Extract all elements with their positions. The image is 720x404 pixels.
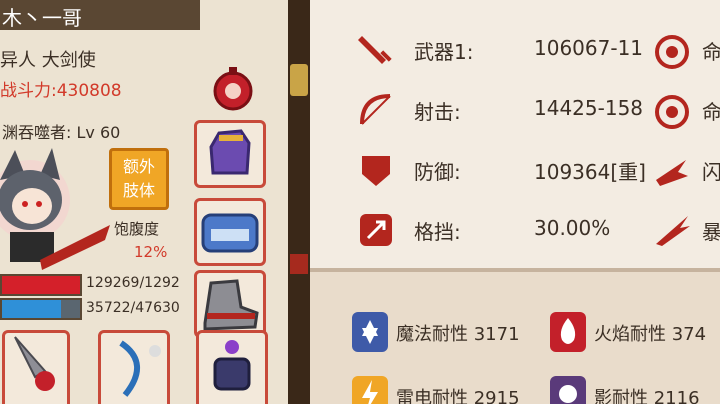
- stat-row-defense: 防御: 109364[重] 闪: [310, 144, 720, 194]
- slot-boots[interactable]: [194, 270, 266, 338]
- sword-icon: [358, 36, 392, 64]
- satiety-label: 饱腹度: [114, 220, 160, 238]
- boots-icon: [203, 279, 259, 331]
- slot-ring[interactable]: [196, 330, 268, 404]
- fire-icon: [550, 312, 586, 352]
- slot-belt[interactable]: [194, 198, 266, 266]
- claw-icon: [656, 216, 690, 246]
- resistance-shadow: 影耐性 2116: [548, 374, 720, 404]
- resistance-magic: 魔法耐性 3171: [350, 310, 550, 354]
- hp-bar: [0, 274, 82, 296]
- character-name: 木丶一哥: [2, 6, 82, 30]
- belt-icon: [201, 213, 259, 253]
- resistance-lightning: 雷电耐性 2915: [350, 374, 550, 404]
- combat-stats: 武器1: 106067-11 命 射击: 14425-158 命 防御: 109…: [310, 0, 720, 272]
- lightning-icon: [352, 376, 388, 404]
- mp-bar: [0, 298, 82, 320]
- crossbow-icon: [119, 340, 161, 397]
- slot-amulet[interactable]: [194, 58, 266, 126]
- extra-limb-button[interactable]: 额外 肢体: [109, 148, 169, 210]
- stat-row-shooting: 射击: 14425-158 命: [310, 84, 720, 134]
- character-portrait: [0, 148, 110, 270]
- glove-icon: [209, 129, 251, 175]
- stat-row-block: 格挡: 30.00% 暴: [310, 204, 720, 254]
- target-icon: [655, 35, 689, 69]
- satiety-value: 12%: [134, 243, 168, 261]
- stat-row-weapon: 武器1: 106067-11 命: [310, 24, 720, 74]
- slot-gloves[interactable]: [194, 120, 266, 188]
- target-icon: [655, 95, 689, 129]
- character-name-bar: 木丶一哥: [0, 0, 200, 30]
- character-panel: 木丶一哥 异人 大剑使 战斗力:430808 渊吞噬者: Lv 60 额外 肢体…: [0, 0, 288, 404]
- magic-icon: [352, 312, 388, 352]
- character-class: 异人 大剑使: [0, 50, 96, 71]
- panel-divider: [288, 0, 310, 404]
- amulet-icon: [213, 67, 253, 111]
- hp-text: 129269/1292: [86, 275, 180, 291]
- mp-text: 35722/47630: [86, 300, 180, 316]
- great-sword-icon: [14, 336, 55, 391]
- shield-icon: [362, 156, 390, 186]
- slot-weapon[interactable]: [2, 330, 70, 404]
- dodge-icon: [656, 160, 688, 186]
- shadow-icon: [550, 376, 586, 404]
- side-tab[interactable]: [290, 64, 308, 96]
- collapse-arrow[interactable]: [290, 254, 308, 274]
- potion-icon: [213, 340, 251, 391]
- bow-icon: [360, 94, 391, 125]
- combat-power: 战斗力:430808: [0, 81, 122, 101]
- stats-panel: 武器1: 106067-11 命 射击: 14425-158 命 防御: 109…: [310, 0, 720, 404]
- slot-bow[interactable]: [98, 330, 170, 404]
- parry-icon: [360, 214, 392, 246]
- resistance-fire: 火焰耐性 374: [548, 310, 720, 354]
